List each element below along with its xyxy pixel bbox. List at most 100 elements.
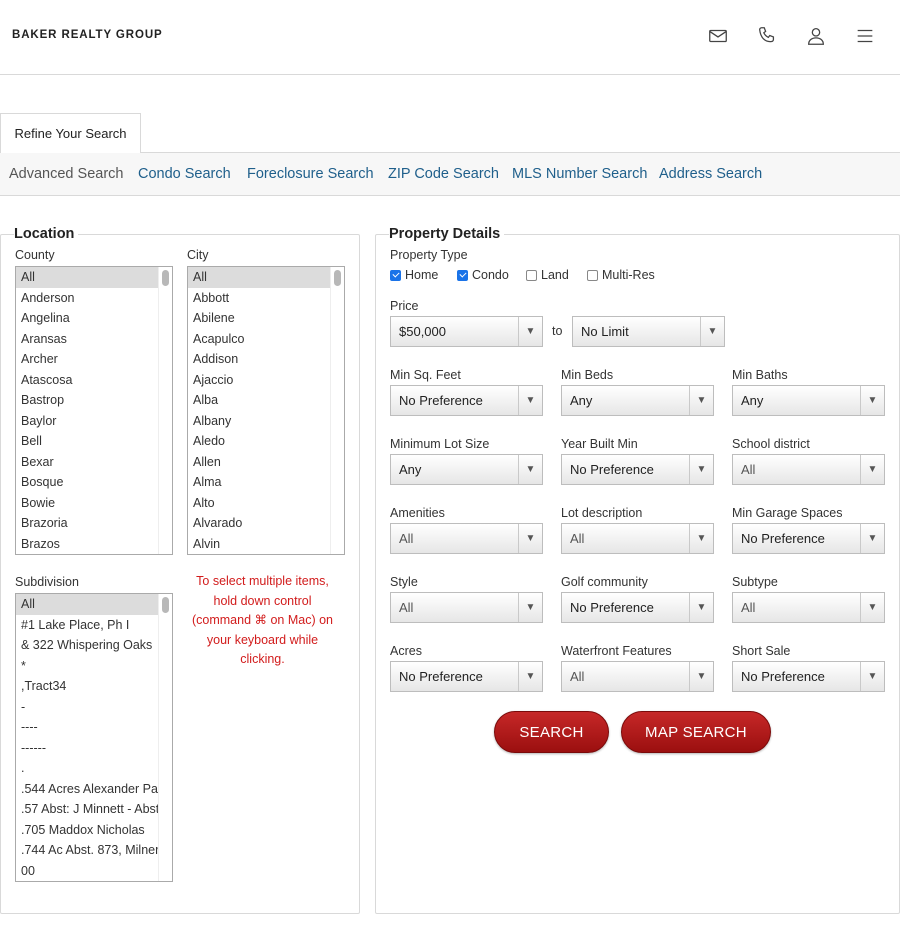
phone-icon[interactable] [753, 22, 781, 50]
subdivision-option[interactable]: .705 Maddox Nicholas [16, 820, 158, 841]
chevron-down-icon: ▼ [689, 455, 713, 484]
county-listbox[interactable]: All Anderson Angelina Aransas Archer Atascosa… [15, 266, 173, 555]
county-scrollbar[interactable] [158, 267, 172, 554]
county-option[interactable]: Archer [16, 349, 158, 370]
nav-condo-search[interactable]: Condo Search [138, 166, 231, 182]
subdivision-option[interactable]: ------ [16, 738, 158, 759]
city-option[interactable]: Alba [188, 390, 330, 411]
city-option[interactable]: Alma [188, 472, 330, 493]
brand-logo[interactable]: BAKER REALTY GROUP [12, 29, 163, 41]
nav-address-search[interactable]: Address Search [659, 166, 762, 182]
county-option[interactable]: Baylor [16, 411, 158, 432]
county-option[interactable]: Bowie [16, 493, 158, 514]
price-min-select[interactable]: $50,000 ▼ [390, 316, 543, 347]
subdivision-option[interactable]: .744 Ac Abst. 873, Milner E [16, 840, 158, 861]
subdivision-option[interactable]: ,Tract34 [16, 676, 158, 697]
min-beds-value: Any [570, 393, 593, 408]
price-to-label: to [552, 324, 563, 338]
county-option[interactable]: Bosque [16, 472, 158, 493]
chevron-down-icon: ▼ [518, 455, 542, 484]
checkbox-land-box[interactable] [526, 269, 537, 281]
city-option[interactable]: Abilene [188, 308, 330, 329]
county-option[interactable]: Anderson [16, 288, 158, 309]
city-option[interactable]: Acapulco [188, 329, 330, 350]
checkbox-multi-res-box[interactable] [587, 269, 598, 281]
county-option[interactable]: All [16, 267, 158, 288]
subdivision-option[interactable]: 00 [16, 861, 158, 882]
county-option[interactable]: Brazos [16, 534, 158, 555]
nav-zip-code-search[interactable]: ZIP Code Search [388, 166, 499, 182]
city-option[interactable]: Alvin [188, 534, 330, 555]
city-option[interactable]: Alvarado [188, 513, 330, 534]
city-option[interactable]: Alto [188, 493, 330, 514]
waterfront-features-select[interactable]: All ▼ [561, 661, 714, 692]
min-sq-feet-select[interactable]: No Preference ▼ [390, 385, 543, 416]
subdivision-option[interactable]: All [16, 594, 158, 615]
subdivision-option[interactable]: * [16, 656, 158, 677]
county-option[interactable]: Bell [16, 431, 158, 452]
subdivision-option[interactable]: ---- [16, 717, 158, 738]
city-option[interactable]: Abbott [188, 288, 330, 309]
city-scrollbar[interactable] [330, 267, 344, 554]
county-option[interactable]: Brazoria [16, 513, 158, 534]
short-sale-select[interactable]: No Preference ▼ [732, 661, 885, 692]
map-search-button[interactable]: MAP SEARCH [621, 711, 771, 753]
county-option[interactable]: Bexar [16, 452, 158, 473]
checkbox-home-box[interactable] [390, 269, 401, 281]
city-option[interactable]: Allen [188, 452, 330, 473]
price-max-select[interactable]: No Limit ▼ [572, 316, 725, 347]
city-label: City [187, 248, 209, 262]
county-option[interactable]: Aransas [16, 329, 158, 350]
city-option[interactable]: Albany [188, 411, 330, 432]
search-button[interactable]: SEARCH [494, 711, 609, 753]
city-option[interactable]: Ajaccio [188, 370, 330, 391]
year-built-min-select[interactable]: No Preference ▼ [561, 454, 714, 485]
style-select[interactable]: All ▼ [390, 592, 543, 623]
county-option[interactable]: Bastrop [16, 390, 158, 411]
nav-advanced-search[interactable]: Advanced Search [9, 166, 123, 182]
user-icon[interactable] [802, 22, 830, 50]
tab-refine-your-search[interactable]: Refine Your Search [0, 113, 141, 153]
checkbox-home[interactable]: Home [390, 268, 438, 282]
min-garage-spaces-select[interactable]: No Preference ▼ [732, 523, 885, 554]
nav-mls-number-search[interactable]: MLS Number Search [512, 166, 647, 182]
subdivision-option[interactable]: #1 Lake Place, Ph I [16, 615, 158, 636]
city-scroll-thumb[interactable] [334, 270, 341, 286]
lot-description-label: Lot description [561, 506, 643, 520]
minimum-lot-size-select[interactable]: Any ▼ [390, 454, 543, 485]
city-option[interactable]: Aledo [188, 431, 330, 452]
subdivision-option[interactable]: . [16, 758, 158, 779]
subdivision-option[interactable]: .57 Abst: J Minnett - Abst 3 [16, 799, 158, 820]
subdivision-option[interactable]: .544 Acres Alexander Park [16, 779, 158, 800]
subdivision-option[interactable]: & 322 Whispering Oaks [16, 635, 158, 656]
min-baths-value: Any [741, 393, 764, 408]
min-garage-spaces-value: No Preference [741, 531, 825, 546]
checkbox-land[interactable]: Land [526, 268, 569, 282]
menu-icon[interactable] [851, 22, 879, 50]
checkbox-multi-res[interactable]: Multi-Res [587, 268, 655, 282]
city-option[interactable]: All [188, 267, 330, 288]
city-option[interactable]: Addison [188, 349, 330, 370]
subdivision-scroll-thumb[interactable] [162, 597, 169, 613]
county-option[interactable]: Angelina [16, 308, 158, 329]
subtype-select[interactable]: All ▼ [732, 592, 885, 623]
subdivision-scrollbar[interactable] [158, 594, 172, 881]
mail-icon[interactable] [704, 22, 732, 50]
checkbox-condo-box[interactable] [457, 269, 468, 281]
year-built-min-label: Year Built Min [561, 437, 638, 451]
county-scroll-thumb[interactable] [162, 270, 169, 286]
amenities-value: All [399, 531, 414, 546]
amenities-select[interactable]: All ▼ [390, 523, 543, 554]
min-baths-select[interactable]: Any ▼ [732, 385, 885, 416]
lot-description-select[interactable]: All ▼ [561, 523, 714, 554]
subdivision-option[interactable]: - [16, 697, 158, 718]
school-district-select[interactable]: All ▼ [732, 454, 885, 485]
min-beds-select[interactable]: Any ▼ [561, 385, 714, 416]
subdivision-listbox[interactable]: All #1 Lake Place, Ph I & 322 Whispering O… [15, 593, 173, 882]
acres-select[interactable]: No Preference ▼ [390, 661, 543, 692]
county-option[interactable]: Atascosa [16, 370, 158, 391]
golf-community-select[interactable]: No Preference ▼ [561, 592, 714, 623]
city-listbox[interactable]: All Abbott Abilene Acapulco Addison Ajaccio Al… [187, 266, 345, 555]
nav-foreclosure-search[interactable]: Foreclosure Search [247, 166, 374, 182]
checkbox-condo[interactable]: Condo [457, 268, 509, 282]
